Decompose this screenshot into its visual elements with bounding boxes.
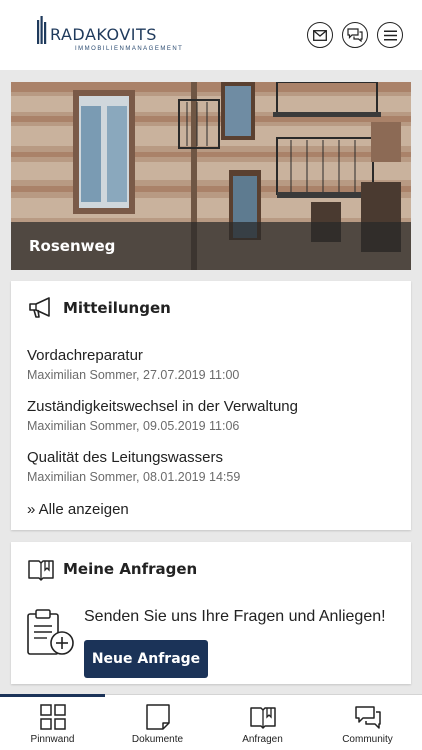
message-title: Vordachreparatur xyxy=(27,347,143,364)
chat-button[interactable] xyxy=(342,22,368,48)
message-meta: Maximilian Sommer, 27.07.2019 11:00 xyxy=(27,368,240,382)
show-all-link[interactable]: » Alle anzeigen xyxy=(27,501,129,518)
new-request-button[interactable]: Neue Anfrage xyxy=(84,640,208,678)
message-meta: Maximilian Sommer, 09.05.2019 11:06 xyxy=(27,419,240,433)
mail-icon xyxy=(313,29,327,41)
book-icon xyxy=(28,560,54,581)
tab-label: Dokumente xyxy=(131,734,184,745)
mitteilungen-card: Mitteilungen Vordachreparatur Maximilian… xyxy=(11,281,411,530)
chat-icon xyxy=(354,706,381,729)
anfragen-prompt: Senden Sie uns Ihre Fragen und Anliegen! xyxy=(84,608,386,625)
bottom-tab-bar: Pinnwand Dokumente Anfragen Community xyxy=(0,694,422,750)
document-icon xyxy=(145,704,170,730)
card-title: Mitteilungen xyxy=(63,299,171,317)
anfragen-card: Meine Anfragen Senden Sie uns Ihre Frage… xyxy=(11,542,411,684)
megaphone-icon xyxy=(29,297,50,318)
tab-community[interactable]: Community xyxy=(315,695,420,750)
message-title: Qualität des Leitungswassers xyxy=(27,449,223,466)
list-item[interactable]: Vordachreparatur Maximilian Sommer, 27.0… xyxy=(27,347,239,383)
menu-button[interactable] xyxy=(377,22,403,48)
logo-name: RADAKOVITS xyxy=(50,25,157,44)
message-meta: Maximilian Sommer, 08.01.2019 14:59 xyxy=(27,470,241,484)
property-name: Rosenweg xyxy=(29,237,116,255)
tab-anfragen[interactable]: Anfragen xyxy=(210,695,315,750)
tab-label: Pinnwand xyxy=(30,734,75,745)
message-title: Zuständigkeitswechsel in der Verwaltung xyxy=(27,398,298,415)
chat-icon xyxy=(347,28,363,42)
tab-dokumente[interactable]: Dokumente xyxy=(105,695,210,750)
card-title: Meine Anfragen xyxy=(63,560,198,578)
tab-label: Anfragen xyxy=(242,734,283,745)
list-item[interactable]: Zuständigkeitswechsel in der Verwaltung … xyxy=(27,398,298,434)
tab-label: Community xyxy=(342,734,393,745)
menu-icon xyxy=(383,30,397,40)
anfragen-header: Meine Anfragen xyxy=(27,556,197,582)
clipboard-add-icon xyxy=(27,609,74,655)
list-item[interactable]: Qualität des Leitungswassers Maximilian … xyxy=(27,449,240,485)
book-icon xyxy=(249,707,276,729)
grid-icon xyxy=(39,704,66,730)
mitteilungen-header: Mitteilungen xyxy=(27,295,171,321)
logo: RADAKOVITS IMMOBILIENMANAGEMENT xyxy=(36,16,182,56)
app-header: RADAKOVITS IMMOBILIENMANAGEMENT xyxy=(0,0,422,70)
logo-subtitle: IMMOBILIENMANAGEMENT xyxy=(75,46,184,52)
property-hero[interactable]: Rosenweg xyxy=(11,82,411,270)
mail-button[interactable] xyxy=(307,22,333,48)
tab-pinnwand[interactable]: Pinnwand xyxy=(0,695,105,750)
